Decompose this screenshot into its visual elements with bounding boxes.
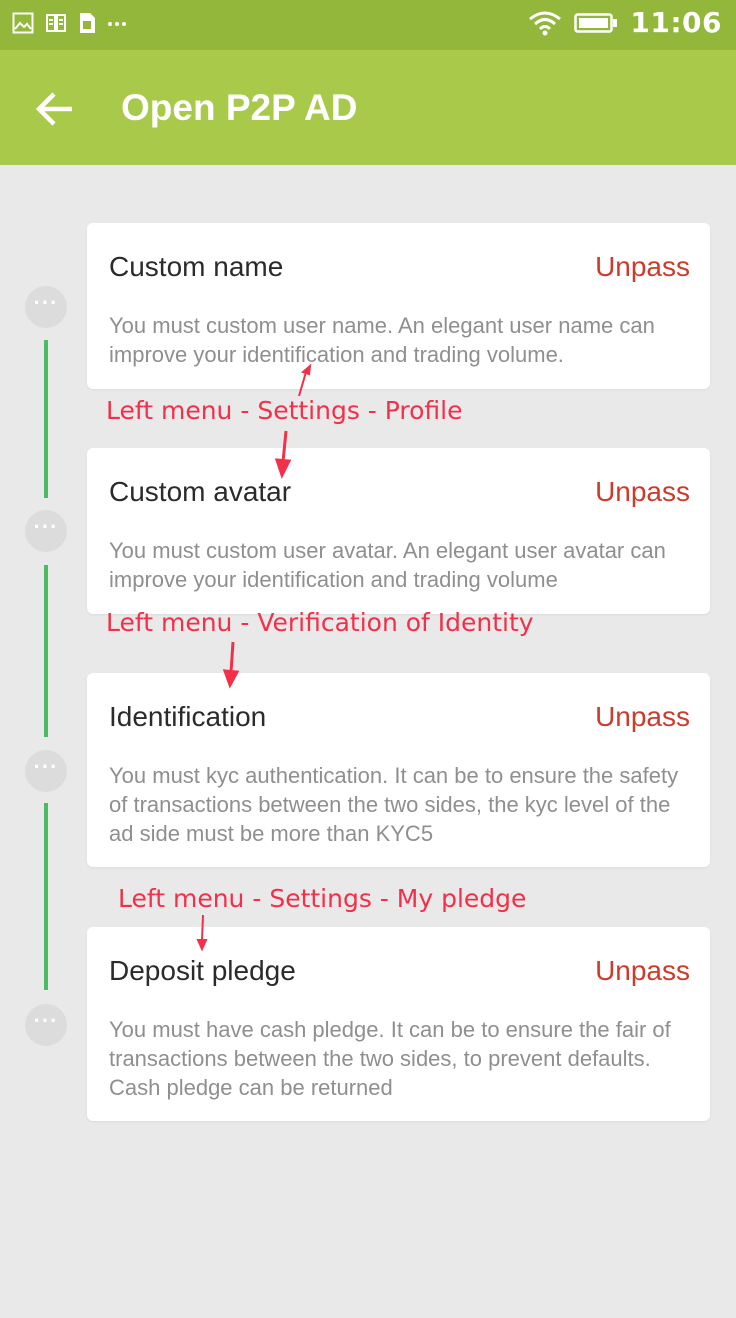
battery-icon xyxy=(574,12,618,33)
more-dots-icon xyxy=(108,22,126,26)
status-time: 11:06 xyxy=(630,6,722,39)
step-status: Unpass xyxy=(595,476,690,507)
step-dot: ··· xyxy=(25,286,67,328)
page-title: Open P2P AD xyxy=(121,87,358,128)
step-title: Custom name xyxy=(109,251,284,282)
step-title: Identification xyxy=(109,701,267,732)
step-card-identification[interactable]: Identification Unpass You must kyc authe… xyxy=(87,673,710,867)
timeline-connector xyxy=(44,803,48,990)
step-status: Unpass xyxy=(595,955,690,986)
step-status: Unpass xyxy=(595,701,690,732)
step-dot: ··· xyxy=(25,750,67,792)
step-description: You must kyc authentication. It can be t… xyxy=(109,763,679,846)
sim-icon xyxy=(80,13,95,33)
annotation-verification: Left menu - Verification of Identity xyxy=(106,608,534,637)
status-bar: 11:06 xyxy=(0,0,736,50)
step-description: You must custom user avatar. An elegant … xyxy=(109,538,666,592)
annotation-pledge: Left menu - Settings - My pledge xyxy=(118,884,527,913)
step-dot: ··· xyxy=(25,1004,67,1046)
step-title: Custom avatar xyxy=(109,476,292,507)
step-card-custom-name[interactable]: Custom name Unpass You must custom user … xyxy=(87,223,710,389)
arrow-left-icon xyxy=(35,92,72,126)
timeline-connector xyxy=(44,340,48,498)
image-icon xyxy=(12,12,34,34)
annotation-profile: Left menu - Settings - Profile xyxy=(106,396,463,425)
timeline-connector xyxy=(44,565,48,737)
step-title: Deposit pledge xyxy=(109,955,296,986)
step-description: You must custom user name. An elegant us… xyxy=(109,313,655,367)
step-card-custom-avatar[interactable]: Custom avatar Unpass You must custom use… xyxy=(87,448,710,614)
app-bar: Open P2P AD xyxy=(0,50,736,165)
step-dot: ··· xyxy=(25,510,67,552)
wifi-icon xyxy=(529,11,562,35)
step-card-deposit-pledge[interactable]: Deposit pledge Unpass You must have cash… xyxy=(87,927,710,1121)
step-status: Unpass xyxy=(595,251,690,282)
fan-icon xyxy=(46,14,66,32)
back-button[interactable] xyxy=(30,84,80,134)
step-description: You must have cash pledge. It can be to … xyxy=(109,1017,671,1100)
